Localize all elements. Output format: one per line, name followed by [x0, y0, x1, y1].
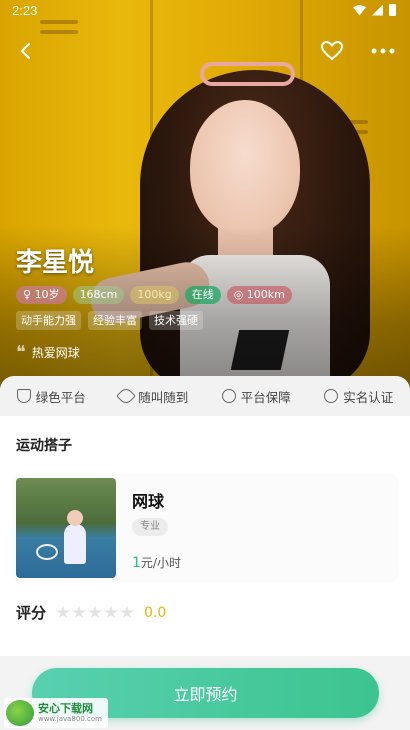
badge-icon [324, 389, 339, 403]
favorite-button[interactable] [317, 36, 347, 66]
tag-age: ♀ 10岁 [16, 286, 67, 304]
tag-height: 168cm [72, 286, 125, 304]
watermark-title: 安心下载网 [38, 701, 93, 715]
skill-tag: 技术强硬 [149, 311, 203, 330]
watermark-logo [6, 700, 34, 726]
service-thumbnail [16, 478, 116, 578]
more-icon [371, 48, 395, 54]
service-price: 1元/小时 [132, 554, 181, 571]
rocket-icon [116, 386, 137, 406]
feature-label: 实名认证 [343, 389, 394, 405]
feature-item: 随叫随到 [116, 386, 189, 406]
rating-stars [56, 605, 134, 620]
section-title: 运动搭子 [16, 438, 72, 454]
tag-online: 在线 [184, 286, 221, 304]
thumb-person-body [64, 524, 86, 564]
star-icon [88, 605, 102, 619]
feature-item: 实名认证 [324, 387, 393, 406]
skill-tags: 动手能力强 经验丰富 技术强硬 [16, 311, 203, 330]
skill-tag: 经验丰富 [88, 311, 142, 330]
tennis-racket [36, 544, 58, 560]
profile-quote: ❝ 热爱网球 [16, 342, 80, 363]
heart-icon [321, 41, 343, 61]
person-face [190, 100, 300, 235]
user-icon [221, 389, 236, 403]
profile-tags: ♀ 10岁 168cm 100kg 在线 ◎ 100km [16, 286, 292, 304]
back-icon [20, 42, 31, 60]
rating-score: 0.0 [144, 604, 167, 621]
price-value: 1 [132, 555, 141, 571]
shield-icon [16, 389, 31, 403]
signal-icon [372, 4, 383, 16]
content-panel: 运动搭子 网球 专业 1元/小时 评分 0.0 [0, 416, 410, 656]
profile-name: 李星悦 [16, 248, 95, 278]
skill-tag: 动手能力强 [16, 311, 81, 330]
feature-label: 平台保障 [240, 389, 291, 405]
profile-hero: 2:23 李星悦 ♀ 10岁 168cm 100kg 在线 ◎ 100km 动手… [0, 0, 410, 388]
service-level-badge: 专业 [132, 518, 168, 536]
feature-bar: 绿色平台 随叫随到 平台保障 实名认证 [0, 376, 410, 416]
star-icon [56, 605, 70, 619]
feature-item: 平台保障 [221, 387, 291, 406]
more-button[interactable] [368, 36, 398, 66]
status-icons [353, 4, 396, 16]
tag-distance: ◎ 100km [226, 286, 292, 304]
thumb-person-head [67, 510, 83, 526]
price-unit: 元/小时 [140, 556, 181, 570]
watermark-url: www.java800.com [38, 714, 102, 723]
watermark-text: 安心下载网 www.java800.com [38, 701, 102, 724]
locker-vent [40, 20, 78, 24]
feature-item: 绿色平台 [16, 387, 86, 406]
locker-vent [40, 30, 78, 34]
tag-weight: 100kg [130, 286, 179, 304]
wifi-icon [353, 4, 366, 16]
watermark: 安心下载网 www.java800.com [4, 698, 108, 728]
feature-label: 随叫随到 [138, 389, 189, 405]
status-time: 2:23 [12, 3, 38, 18]
quote-text: 热爱网球 [31, 346, 80, 360]
star-icon [104, 605, 118, 619]
service-card[interactable]: 网球 专业 1元/小时 [12, 474, 398, 582]
rating-label: 评分 [16, 604, 47, 622]
battery-icon [389, 4, 396, 16]
feature-label: 绿色平台 [35, 389, 86, 405]
rating-row: 评分 0.0 [16, 602, 166, 623]
back-button[interactable] [10, 36, 40, 66]
service-title: 网球 [132, 492, 165, 511]
star-icon [72, 605, 86, 619]
quote-icon: ❝ [16, 342, 26, 363]
star-icon [120, 605, 134, 619]
sunglasses [200, 62, 295, 86]
